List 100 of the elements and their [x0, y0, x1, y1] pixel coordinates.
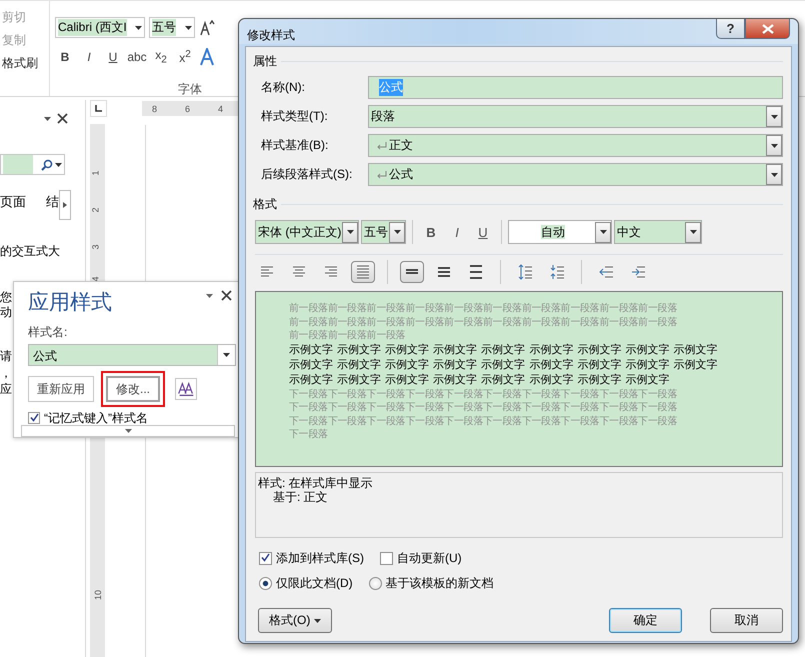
dropdown-caret-icon — [690, 230, 696, 234]
dropdown-caret-icon — [55, 162, 62, 166]
grow-font-icon[interactable] — [199, 20, 215, 36]
size-combo[interactable]: 五号 — [361, 220, 406, 244]
reapply-button[interactable]: 重新应用 — [28, 376, 94, 402]
preview-text: 下一段落下一段落下一段落下一段落下一段落下一段落下一段落下一段落下一段落下一段落 — [289, 388, 678, 401]
paragraph-button[interactable] — [400, 261, 424, 283]
field-label: 样式名: — [28, 324, 68, 341]
nav-text: ， — [0, 365, 12, 382]
help-button[interactable]: ? — [716, 19, 745, 39]
nav-text: 您 — [0, 289, 12, 306]
check-icon — [261, 553, 270, 562]
description-text: 样式: 在样式库中显示 — [258, 476, 374, 490]
nav-text: 的交互式大 — [0, 243, 60, 260]
one-half-icon — [436, 264, 452, 280]
ruler-number: 3 — [90, 244, 100, 250]
format-button[interactable]: x$_{2}$ — [151, 48, 171, 66]
format-button[interactable]: I — [79, 50, 99, 64]
font-combo[interactable]: 宋体 (中文正文) — [255, 220, 359, 244]
ok-button[interactable]: 确定 — [609, 608, 682, 633]
tab-stop-button[interactable] — [90, 100, 107, 117]
dropdown-caret-icon — [223, 353, 230, 357]
radio-label: 基于该模板的新文档 — [386, 575, 494, 592]
select-field[interactable]: 公式 — [368, 163, 783, 186]
checkbox[interactable] — [28, 412, 40, 424]
font-name-combo[interactable]: Calibri (西文I — [55, 17, 145, 38]
dropdown-caret-icon — [770, 144, 778, 148]
text-effects-icon[interactable] — [199, 48, 215, 66]
preview-text: 前一段落前一段落前一段落 — [289, 329, 406, 342]
arrow-right-icon — [63, 202, 67, 208]
dropdown-caret-icon — [770, 114, 778, 118]
ruler-number: 6 — [185, 104, 190, 114]
field-label: 名称(N): — [261, 79, 306, 96]
cancel-button[interactable]: 取消 — [710, 608, 783, 633]
clipboard-command[interactable]: 格式刷 — [2, 55, 49, 72]
radio-label: 仅限此文档(D) — [276, 575, 353, 592]
paragraph-mark-icon — [377, 142, 387, 150]
script-combo[interactable]: 中文 — [614, 220, 702, 244]
close-button[interactable] — [745, 19, 790, 39]
close-icon — [762, 24, 774, 34]
format-menu-button[interactable]: 格式(O) — [258, 608, 332, 633]
format-button[interactable]: x$^{2}$ — [175, 49, 195, 65]
ruler-number: 2 — [90, 208, 100, 212]
double-icon — [468, 264, 484, 280]
dropdown-caret-icon — [134, 26, 142, 30]
dropdown-caret-icon — [346, 230, 354, 234]
format-button[interactable]: U — [103, 50, 123, 64]
nav-tab[interactable]: 结 — [46, 193, 59, 211]
dropdown-caret-icon — [314, 618, 322, 622]
color-combo[interactable]: 自动 — [508, 220, 612, 244]
dropdown-caret-icon — [770, 172, 778, 176]
sample-text: 示例文字 示例文字 示例文字 示例文字 示例文字 示例文字 示例文字 示例文字 示例文字 — [289, 342, 718, 358]
field-label: 样式类型(T): — [261, 108, 329, 125]
dropdown-caret-icon — [184, 26, 192, 30]
checkbox[interactable] — [259, 552, 272, 565]
description-text: 基于: 正文 — [272, 490, 329, 504]
nav-text: 应 — [0, 381, 12, 398]
font-style-button[interactable]: B — [419, 220, 443, 244]
check-icon — [30, 413, 38, 422]
dropdown-caret-icon — [600, 230, 606, 234]
radio-button[interactable] — [259, 577, 272, 590]
pane-menu-icon — [44, 116, 51, 120]
close-icon[interactable] — [221, 290, 232, 301]
dropdown-caret-icon — [394, 230, 400, 234]
justify-icon — [355, 264, 371, 280]
font-size-combo[interactable]: 五号 — [149, 17, 195, 38]
nav-text: 动 — [0, 304, 12, 321]
font-style-button[interactable]: U — [471, 220, 495, 244]
scroll-right-button[interactable] — [59, 190, 71, 220]
radio-button[interactable] — [368, 577, 382, 590]
ruler-number: 8 — [152, 104, 158, 114]
checkbox-label: 自动更新(U) — [397, 550, 462, 567]
font-style-button[interactable]: I — [445, 220, 469, 244]
ruler-number: 4 — [90, 276, 100, 282]
ruler-number: 10 — [93, 590, 103, 600]
ruler-number: 4 — [218, 104, 224, 114]
format-button[interactable]: B — [55, 50, 75, 64]
pane-title: 应用样式 — [28, 290, 112, 316]
space-up-icon — [517, 264, 533, 280]
checkbox[interactable] — [380, 552, 393, 565]
preview-text: 下一段落下一段落下一段落下一段落下一段落下一段落下一段落下一段落下一段落下一段落 — [289, 401, 678, 414]
preview-text: 下一段落 — [289, 428, 328, 442]
style-name-combo[interactable]: 公式 — [28, 344, 236, 366]
select-field[interactable]: 段落 — [368, 105, 783, 128]
search-field[interactable] — [0, 154, 65, 175]
field-label: 后续段落样式(S): — [261, 166, 354, 183]
preview-text: 前一段落前一段落前一段落前一段落前一段落前一段落前一段落前一段落前一段落前一段落 — [289, 302, 678, 316]
window-title: 修改样式 — [247, 27, 295, 44]
preview-text: 下一段落下一段落下一段落下一段落下一段落下一段落下一段落下一段落下一段落下一段落 — [289, 414, 678, 428]
pane-menu-icon — [206, 294, 213, 298]
checkbox-label: 添加到样式库(S) — [276, 550, 364, 567]
search-icon — [41, 158, 53, 170]
close-icon[interactable] — [57, 113, 68, 124]
format-button[interactable]: abc — [127, 50, 147, 64]
paragraph-mark-icon — [377, 170, 387, 178]
group-label: 字体 — [178, 81, 202, 98]
styles-icon[interactable] — [175, 378, 198, 400]
select-field[interactable]: 正文 — [368, 134, 783, 157]
nav-tab[interactable]: 页面 — [0, 193, 26, 211]
preview-text: 前一段落前一段落前一段落前一段落前一段落前一段落前一段落前一段落前一段落前一段落 — [289, 316, 678, 329]
